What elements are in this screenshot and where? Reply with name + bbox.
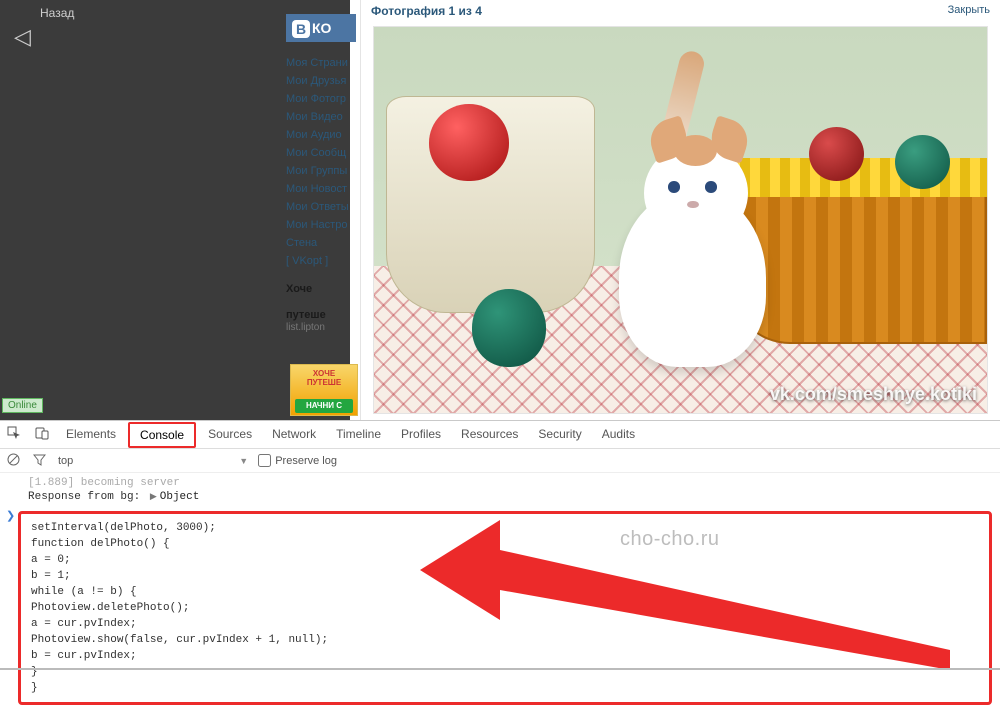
sidebar-item[interactable]: [ VKopt ] xyxy=(286,252,366,270)
vk-logo-icon: В xyxy=(292,20,310,38)
sidebar-item[interactable]: Мои Новост xyxy=(286,180,366,198)
sidebar-item[interactable]: Мои Настро xyxy=(286,216,366,234)
chevron-down-icon[interactable]: ▼ xyxy=(239,456,248,466)
sidebar-item[interactable]: Мои Фотогр xyxy=(286,90,366,108)
tab-security[interactable]: Security xyxy=(528,421,591,448)
sidebar-item[interactable]: Мои Ответы xyxy=(286,198,366,216)
ad-banner-text: ХОЧЕ xyxy=(291,369,357,378)
preserve-log-checkbox[interactable] xyxy=(258,454,271,467)
photo-counter: Фотография 1 из 4 xyxy=(371,4,482,18)
vk-site-label: КО xyxy=(312,20,331,36)
tab-resources[interactable]: Resources xyxy=(451,421,528,448)
console-object[interactable]: Object xyxy=(160,491,200,503)
console-line: Response from bg: ▶Object xyxy=(0,491,1000,509)
console-output[interactable]: [1.889] becoming server Response from bg… xyxy=(0,475,1000,670)
vk-sidebar: Моя Страни Мои Друзья Мои Фотогр Мои Вид… xyxy=(286,54,366,333)
console-toolbar: top ▼ Preserve log xyxy=(0,449,1000,473)
tab-elements[interactable]: Elements xyxy=(56,421,126,448)
back-label: Назад xyxy=(40,6,74,20)
console-prompt-icon: ❯ xyxy=(6,509,15,523)
device-mode-icon[interactable] xyxy=(28,426,56,443)
clear-console-icon[interactable] xyxy=(0,453,26,469)
photo-scene: vk.com/smeshnye.kotiki xyxy=(374,27,987,413)
sidebar-item[interactable]: Мои Друзья xyxy=(286,72,366,90)
photo-viewer: Фотография 1 из 4 Закрыть xyxy=(360,0,1000,420)
photo-image[interactable]: vk.com/smeshnye.kotiki xyxy=(373,26,988,414)
devtools-panel: Elements Console Sources Network Timelin… xyxy=(0,420,1000,670)
filter-icon[interactable] xyxy=(26,453,52,469)
tab-audits[interactable]: Audits xyxy=(592,421,645,448)
sidebar-item[interactable]: Мои Аудио xyxy=(286,126,366,144)
page-watermark: cho-cho.ru xyxy=(620,528,720,551)
online-badge: Online xyxy=(2,398,43,413)
back-arrow-icon[interactable]: ◁ xyxy=(14,24,31,50)
ad-banner[interactable]: ХОЧЕ ПУТЕШЕ НАЧНИ С xyxy=(290,364,358,416)
console-context[interactable]: top xyxy=(52,455,79,467)
tab-console-highlight: Console xyxy=(128,422,196,448)
console-line: [1.889] becoming server xyxy=(0,475,1000,491)
inspect-icon[interactable] xyxy=(0,426,28,443)
tab-timeline[interactable]: Timeline xyxy=(326,421,391,448)
console-input-code[interactable]: setInterval(delPhoto, 3000); function de… xyxy=(18,511,992,705)
sidebar-item[interactable]: Мои Группы xyxy=(286,162,366,180)
expand-icon[interactable]: ▶ xyxy=(150,492,157,502)
ad-banner-text: ПУТЕШЕ xyxy=(291,378,357,387)
ad-banner-button[interactable]: НАЧНИ С xyxy=(295,399,353,413)
ad-subtext: list.lipton xyxy=(286,322,366,333)
sidebar-item[interactable]: Мои Сообщ xyxy=(286,144,366,162)
close-link[interactable]: Закрыть xyxy=(948,4,990,18)
tab-console[interactable]: Console xyxy=(130,428,194,442)
ad-headline: путеше xyxy=(286,308,366,322)
tab-network[interactable]: Network xyxy=(262,421,326,448)
tab-sources[interactable]: Sources xyxy=(198,421,262,448)
sidebar-item[interactable]: Стена xyxy=(286,234,366,252)
vk-header: ВКО xyxy=(286,14,356,42)
tab-profiles[interactable]: Profiles xyxy=(391,421,451,448)
devtools-tabbar: Elements Console Sources Network Timelin… xyxy=(0,421,1000,449)
photo-watermark: vk.com/smeshnye.kotiki xyxy=(770,384,977,405)
sidebar-item[interactable]: Моя Страни xyxy=(286,54,366,72)
sidebar-item[interactable]: Мои Видео xyxy=(286,108,366,126)
ad-headline: Хоче xyxy=(286,282,366,296)
preserve-log-label: Preserve log xyxy=(275,455,337,467)
